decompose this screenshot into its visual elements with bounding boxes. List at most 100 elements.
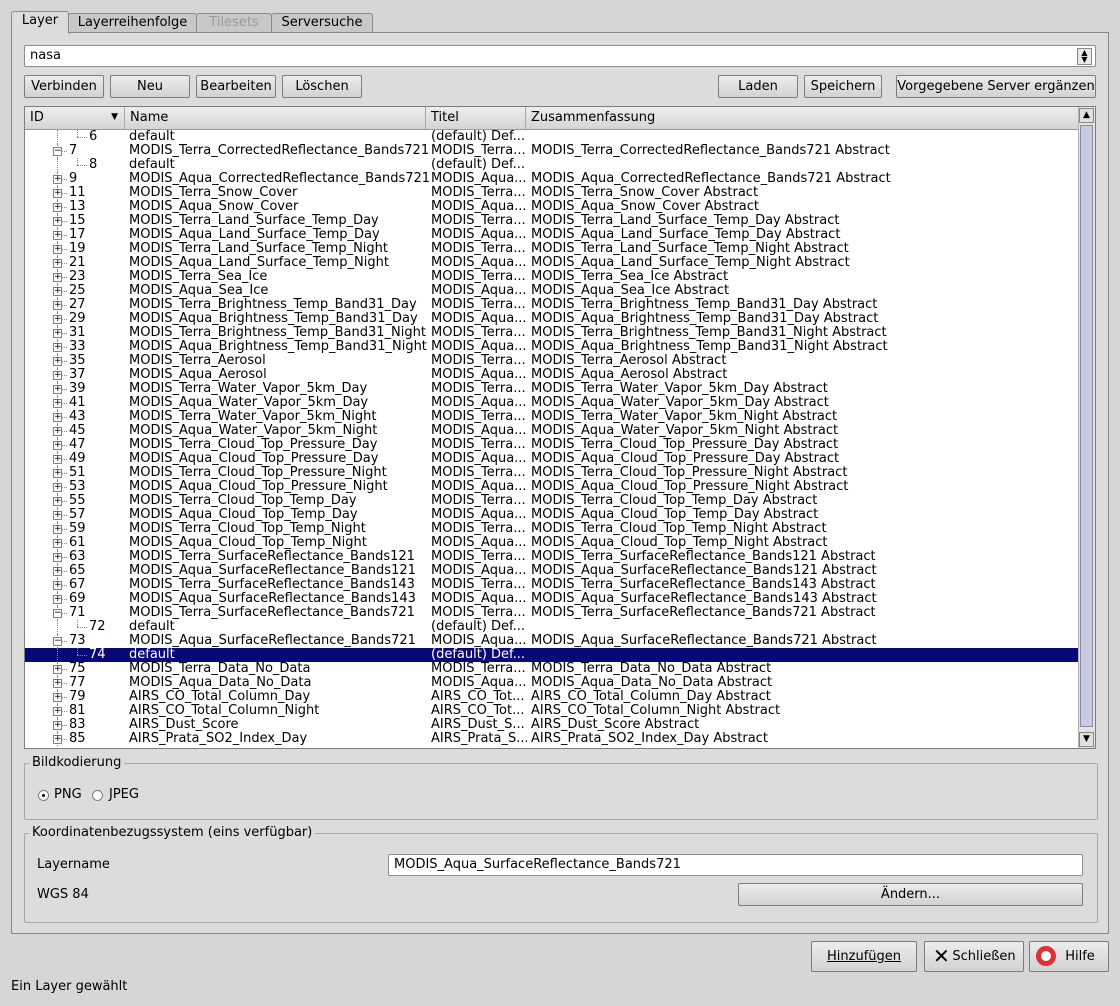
expand-icon[interactable]: + — [53, 357, 62, 366]
connect-button[interactable]: Verbinden — [24, 75, 104, 98]
tree-row[interactable]: +57 MODIS_Aqua_Cloud_Top_Temp_Day MODIS_Aq… — [25, 508, 1079, 522]
tree-row[interactable]: −71 MODIS_Terra_SurfaceReflectance_Bands7… — [25, 606, 1079, 620]
layername-field[interactable]: MODIS_Aqua_SurfaceReflectance_Bands721 — [388, 854, 1083, 876]
tree-row[interactable]: +51 MODIS_Terra_Cloud_Top_Pressure_Night M… — [25, 466, 1079, 480]
png-radio-label[interactable]: PNG — [54, 787, 82, 802]
change-crs-button[interactable]: Ändern... — [738, 883, 1083, 906]
tree-row[interactable]: +63 MODIS_Terra_SurfaceReflectance_Bands1… — [25, 550, 1079, 564]
tree-row[interactable]: +43 MODIS_Terra_Water_Vapor_5km_Night MODI… — [25, 410, 1079, 424]
tree-row[interactable]: 72 default (default) Def... — [25, 620, 1079, 634]
tree-row[interactable]: +69 MODIS_Aqua_SurfaceReflectance_Bands14… — [25, 592, 1079, 606]
tree-row[interactable]: +21 MODIS_Aqua_Land_Surface_Temp_Night MOD… — [25, 256, 1079, 270]
column-header-id[interactable]: ID ▼ — [25, 107, 125, 129]
tree-row[interactable]: 74 default (default) Def... — [25, 648, 1079, 662]
collapse-icon[interactable]: − — [53, 147, 62, 156]
tree-row[interactable]: +25 MODIS_Aqua_Sea_Ice MODIS_Aqua... MODIS_… — [25, 284, 1079, 298]
expand-icon[interactable]: + — [53, 483, 62, 492]
server-select[interactable]: nasa ▲ ▼ — [24, 45, 1096, 67]
scroll-down-icon[interactable]: ▼ — [1079, 732, 1094, 747]
scroll-up-icon[interactable]: ▲ — [1079, 108, 1094, 123]
expand-icon[interactable]: + — [53, 539, 62, 548]
expand-icon[interactable]: + — [53, 469, 62, 478]
tree-row[interactable]: +81 AIRS_CO_Total_Column_Night AIRS_CO_Tot… — [25, 704, 1079, 718]
expand-icon[interactable]: + — [53, 455, 62, 464]
expand-icon[interactable]: + — [53, 497, 62, 506]
expand-icon[interactable]: + — [53, 679, 62, 688]
png-radio[interactable] — [38, 790, 49, 801]
tree-row[interactable]: −73 MODIS_Aqua_SurfaceReflectance_Bands72… — [25, 634, 1079, 648]
tree-row[interactable]: +27 MODIS_Terra_Brightness_Temp_Band31_Da… — [25, 298, 1079, 312]
tree-row[interactable]: +79 AIRS_CO_Total_Column_Day AIRS_CO_Tot..… — [25, 690, 1079, 704]
expand-icon[interactable]: + — [53, 301, 62, 310]
column-header-name[interactable]: Name — [125, 107, 426, 129]
expand-icon[interactable]: + — [53, 595, 62, 604]
expand-icon[interactable]: + — [53, 259, 62, 268]
expand-icon[interactable]: + — [53, 175, 62, 184]
tree-row[interactable]: +75 MODIS_Terra_Data_No_Data MODIS_Terra..… — [25, 662, 1079, 676]
tree-row[interactable]: +39 MODIS_Terra_Water_Vapor_5km_Day MODIS_… — [25, 382, 1079, 396]
help-button[interactable]: Hilfe — [1029, 941, 1109, 972]
tree-row[interactable]: +47 MODIS_Terra_Cloud_Top_Pressure_Day MOD… — [25, 438, 1079, 452]
expand-icon[interactable]: + — [53, 273, 62, 282]
tab-layer-order[interactable]: Layerreihenfolge — [68, 13, 197, 33]
collapse-icon[interactable]: − — [53, 609, 62, 618]
close-button[interactable]: ✕ Schließen — [924, 941, 1024, 972]
new-button[interactable]: Neu — [110, 75, 190, 98]
expand-icon[interactable]: + — [53, 245, 62, 254]
tree-row[interactable]: +83 AIRS_Dust_Score AIRS_Dust_S... AIRS_Dus… — [25, 718, 1079, 732]
expand-icon[interactable]: + — [53, 413, 62, 422]
edit-button[interactable]: Bearbeiten — [196, 75, 276, 98]
tree-row[interactable]: +61 MODIS_Aqua_Cloud_Top_Temp_Night MODIS_… — [25, 536, 1079, 550]
tree-row[interactable]: +11 MODIS_Terra_Snow_Cover MODIS_Terra... M… — [25, 186, 1079, 200]
expand-icon[interactable]: + — [53, 735, 62, 744]
expand-icon[interactable]: + — [53, 217, 62, 226]
tree-row[interactable]: 6 default (default) Def... — [25, 130, 1079, 144]
load-button[interactable]: Laden — [718, 75, 798, 98]
expand-icon[interactable]: + — [53, 231, 62, 240]
save-button[interactable]: Speichern — [804, 75, 882, 98]
column-header-abstract[interactable]: Zusammenfassung — [526, 107, 1079, 129]
tree-row[interactable]: +29 MODIS_Aqua_Brightness_Temp_Band31_Day… — [25, 312, 1079, 326]
tree-row[interactable]: +85 AIRS_Prata_SO2_Index_Day AIRS_Prata_S.… — [25, 732, 1079, 746]
collapse-icon[interactable]: − — [53, 637, 62, 646]
expand-icon[interactable]: + — [53, 707, 62, 716]
expand-icon[interactable]: + — [53, 693, 62, 702]
tree-row[interactable]: +49 MODIS_Aqua_Cloud_Top_Pressure_Day MODI… — [25, 452, 1079, 466]
jpeg-radio[interactable] — [92, 790, 103, 801]
tree-row[interactable]: +53 MODIS_Aqua_Cloud_Top_Pressure_Night MO… — [25, 480, 1079, 494]
tree-row[interactable]: +19 MODIS_Terra_Land_Surface_Temp_Night MO… — [25, 242, 1079, 256]
expand-icon[interactable]: + — [53, 385, 62, 394]
tree-row[interactable]: −7 MODIS_Terra_CorrectedReflectance_Bands… — [25, 144, 1079, 158]
tab-server-search[interactable]: Serversuche — [271, 13, 373, 33]
expand-icon[interactable]: + — [53, 371, 62, 380]
tree-row[interactable]: +31 MODIS_Terra_Brightness_Temp_Band31_Ni… — [25, 326, 1079, 340]
expand-icon[interactable]: + — [53, 567, 62, 576]
expand-icon[interactable]: + — [53, 343, 62, 352]
expand-icon[interactable]: + — [53, 665, 62, 674]
tree-row[interactable]: +37 MODIS_Aqua_Aerosol MODIS_Aqua... MODIS_… — [25, 368, 1079, 382]
scrollbar-thumb[interactable] — [1080, 125, 1093, 727]
jpeg-radio-label[interactable]: JPEG — [109, 787, 139, 802]
tree-row[interactable]: +17 MODIS_Aqua_Land_Surface_Temp_Day MODIS… — [25, 228, 1079, 242]
tree-row[interactable]: +35 MODIS_Terra_Aerosol MODIS_Terra... MODI… — [25, 354, 1079, 368]
expand-icon[interactable]: + — [53, 553, 62, 562]
expand-icon[interactable]: + — [53, 189, 62, 198]
expand-icon[interactable]: + — [53, 721, 62, 730]
tree-row[interactable]: +9 MODIS_Aqua_CorrectedReflectance_Bands7… — [25, 172, 1079, 186]
tree-row[interactable]: +77 MODIS_Aqua_Data_No_Data MODIS_Aqua... M… — [25, 676, 1079, 690]
expand-icon[interactable]: + — [53, 525, 62, 534]
tree-row[interactable]: +67 MODIS_Terra_SurfaceReflectance_Bands1… — [25, 578, 1079, 592]
expand-icon[interactable]: + — [53, 399, 62, 408]
tree-row[interactable]: +59 MODIS_Terra_Cloud_Top_Temp_Night MODIS… — [25, 522, 1079, 536]
layer-tree[interactable]: ID ▼ Name Titel Zusammenfassung 6 default… — [24, 106, 1096, 749]
tree-row[interactable]: +33 MODIS_Aqua_Brightness_Temp_Band31_Nig… — [25, 340, 1079, 354]
add-button[interactable]: Hinzufügen — [811, 941, 917, 972]
expand-icon[interactable]: + — [53, 287, 62, 296]
expand-icon[interactable]: + — [53, 581, 62, 590]
tree-row[interactable]: +55 MODIS_Terra_Cloud_Top_Temp_Day MODIS_T… — [25, 494, 1079, 508]
tree-row[interactable]: +41 MODIS_Aqua_Water_Vapor_5km_Day MODIS_A… — [25, 396, 1079, 410]
expand-icon[interactable]: + — [53, 329, 62, 338]
tree-row[interactable]: +45 MODIS_Aqua_Water_Vapor_5km_Night MODIS… — [25, 424, 1079, 438]
expand-icon[interactable]: + — [53, 203, 62, 212]
expand-icon[interactable]: + — [53, 441, 62, 450]
